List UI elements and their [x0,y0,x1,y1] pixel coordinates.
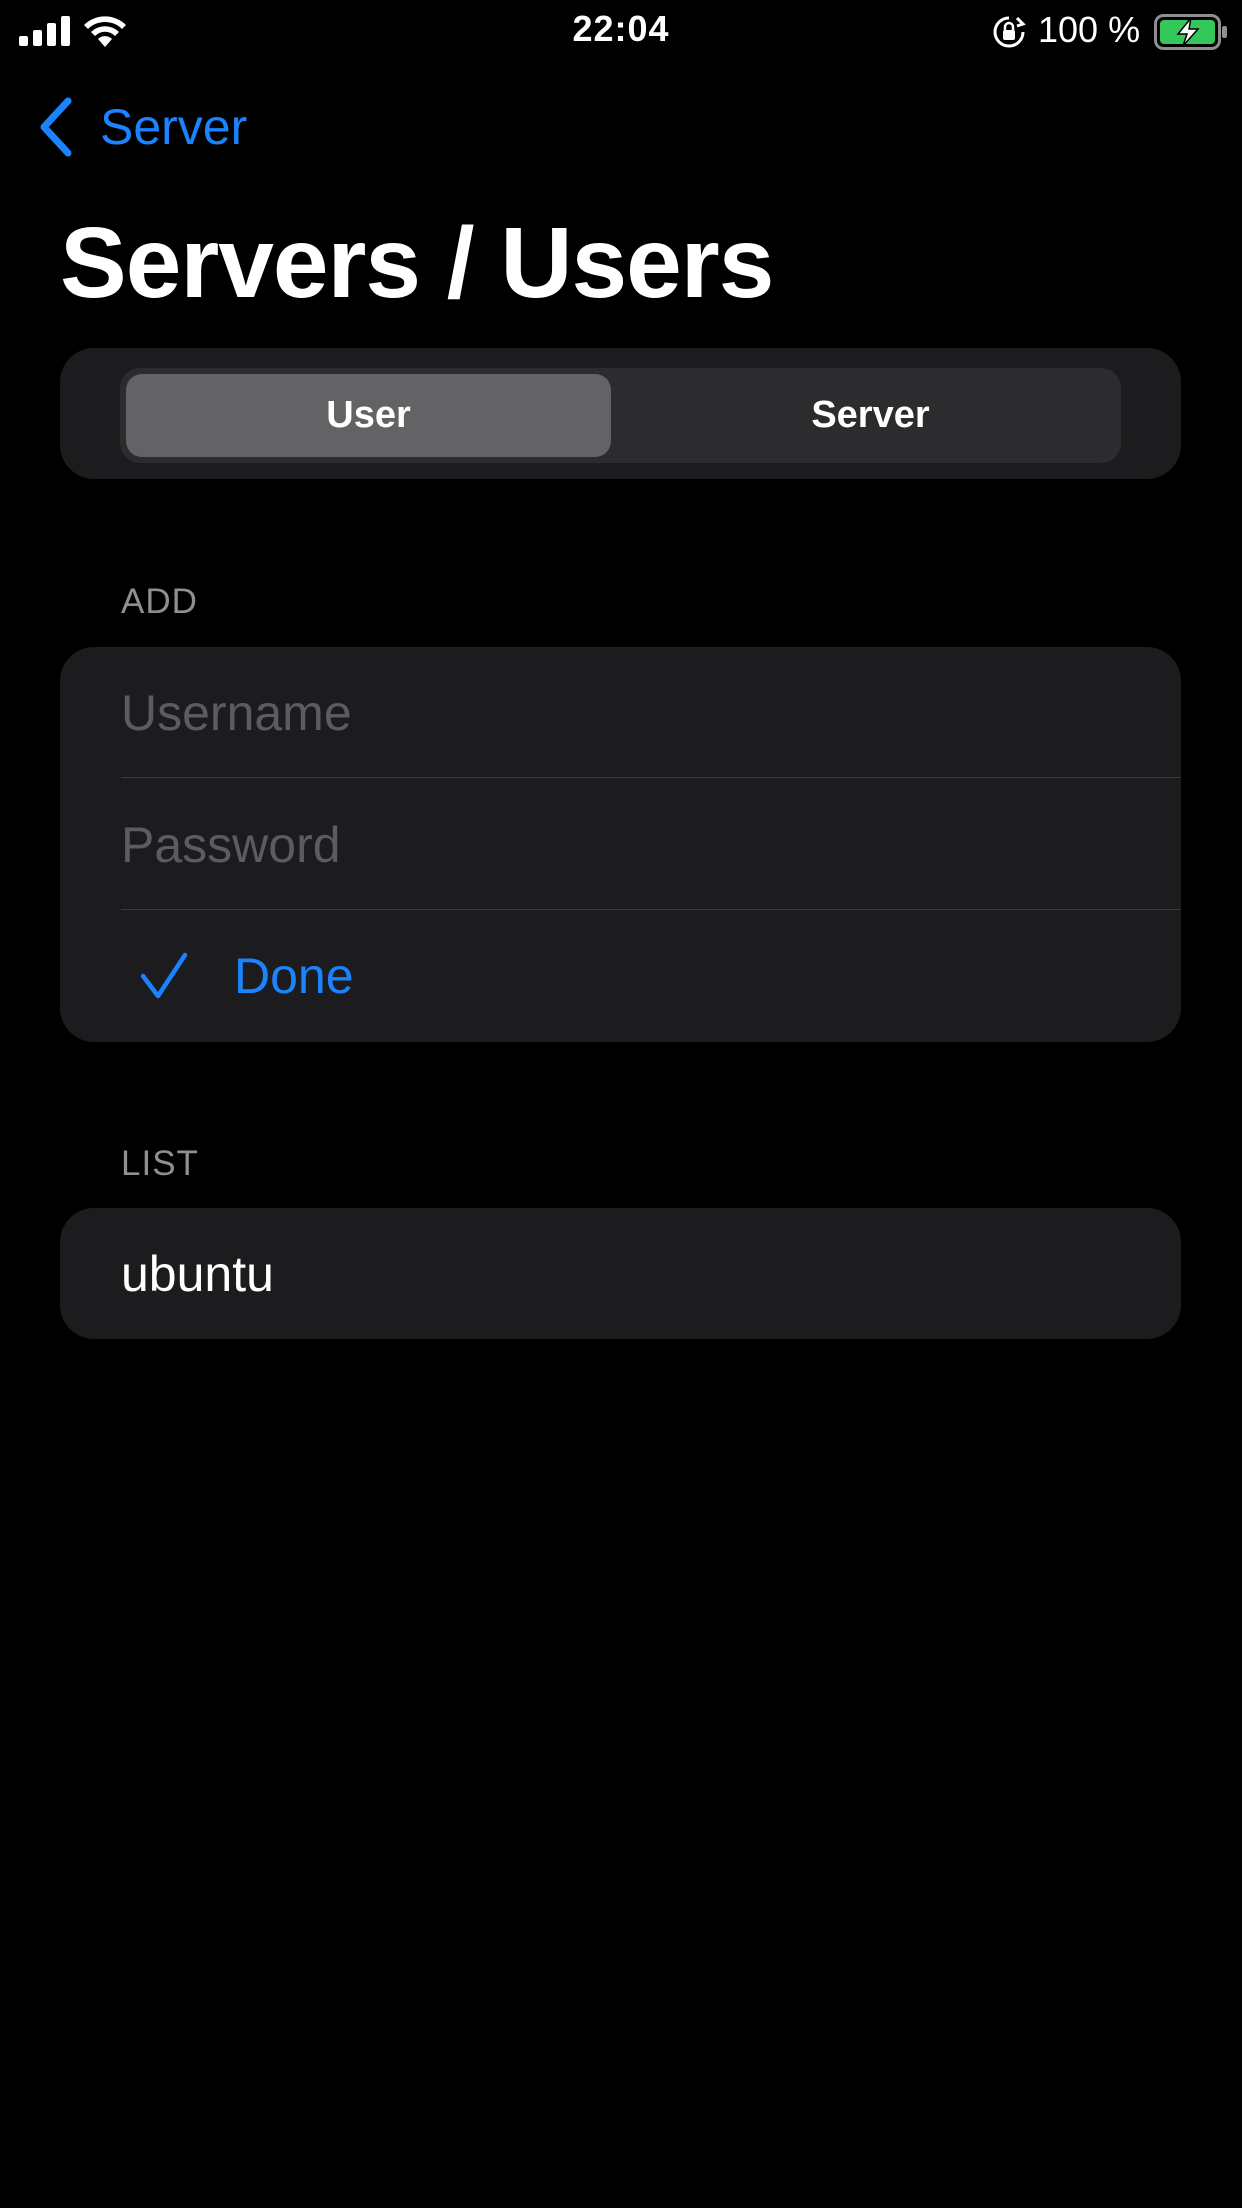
list-item-label: ubuntu [121,1246,274,1302]
status-bar: 22:04 100 % [0,0,1242,64]
wifi-icon [84,16,126,47]
back-label: Server [100,99,248,155]
status-time: 22:04 [572,8,670,49]
checkmark-icon [140,952,188,999]
section-header-add: ADD [121,582,198,621]
username-field[interactable] [121,647,1121,778]
password-row [60,779,1181,910]
user-list-card: ubuntu [60,1208,1181,1339]
done-button[interactable]: Done [60,910,1181,1042]
segment-server[interactable]: Server [628,374,1113,457]
add-form-card: Done [60,647,1181,1042]
back-button[interactable]: Server [38,92,268,162]
done-label: Done [234,948,354,1004]
signal-icon [19,16,70,46]
list-item[interactable]: ubuntu [60,1208,1181,1339]
username-row [60,647,1181,778]
password-field[interactable] [121,779,1121,910]
divider [121,777,1181,778]
battery-charging-icon [1154,14,1227,50]
lock-rotation-icon [993,16,1026,48]
segment-user[interactable]: User [126,374,611,457]
section-header-list: LIST [121,1144,199,1183]
chevron-left-icon [40,97,72,157]
battery-percent: 100 % [1038,9,1141,50]
segment-card: User Server [60,348,1181,479]
page-title: Servers / Users [60,207,774,319]
segmented-control: User Server [120,368,1121,463]
